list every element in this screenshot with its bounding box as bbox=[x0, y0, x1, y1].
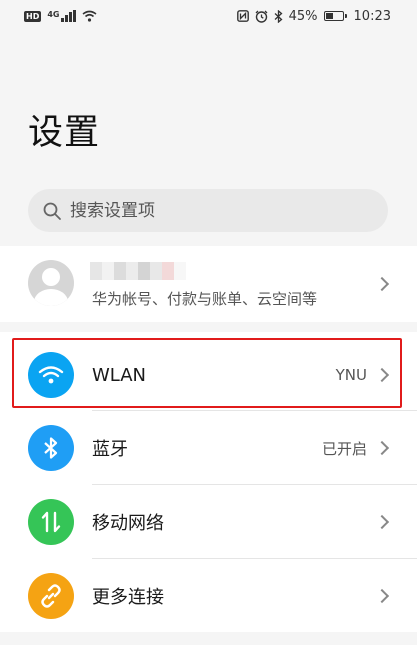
search-icon bbox=[43, 202, 61, 220]
clock: 10:23 bbox=[353, 8, 391, 24]
search-bar[interactable] bbox=[28, 189, 388, 232]
account-name-blurred bbox=[90, 262, 186, 280]
settings-item-more-connections[interactable]: 更多连接 bbox=[0, 559, 417, 633]
settings-item-value: 已开启 bbox=[321, 439, 367, 458]
nfc-icon bbox=[236, 10, 249, 22]
settings-item-label: 移动网络 bbox=[92, 513, 164, 534]
status-bar-right: 45% 10:23 bbox=[236, 8, 391, 24]
chevron-right-icon bbox=[374, 276, 390, 292]
bluetooth-icon bbox=[28, 425, 74, 471]
status-bar-left: HD 4G bbox=[24, 10, 97, 22]
search-input[interactable] bbox=[70, 200, 370, 221]
account-card[interactable]: 华为帐号、付款与账单、云空间等 bbox=[0, 246, 417, 322]
chevron-right-icon bbox=[374, 514, 390, 530]
chevron-right-icon bbox=[374, 588, 390, 604]
settings-item-wlan[interactable]: WLAN YNU bbox=[0, 338, 417, 412]
bluetooth-status-icon bbox=[274, 9, 283, 23]
settings-item-bluetooth[interactable]: 蓝牙 已开启 bbox=[0, 411, 417, 485]
status-bar: HD 4G 45% 10:23 bbox=[0, 0, 417, 32]
settings-item-mobile-network[interactable]: 移动网络 bbox=[0, 485, 417, 559]
battery-icon bbox=[323, 11, 347, 21]
network-type-label: 4G bbox=[47, 10, 60, 19]
chevron-right-icon bbox=[374, 440, 390, 456]
wifi-icon bbox=[28, 352, 74, 398]
settings-item-label: 蓝牙 bbox=[92, 439, 128, 460]
alarm-icon bbox=[255, 10, 268, 23]
settings-group-connections: WLAN YNU 蓝牙 已开启 移动网络 更多连接 bbox=[0, 332, 417, 632]
signal-strength-icon bbox=[61, 10, 77, 22]
page-title: 设置 bbox=[28, 113, 101, 153]
wifi-status-icon bbox=[82, 10, 97, 22]
battery-level-fill bbox=[325, 13, 333, 19]
avatar bbox=[28, 260, 74, 306]
settings-item-value: YNU bbox=[335, 366, 367, 384]
settings-item-label: 更多连接 bbox=[92, 587, 164, 608]
hd-badge: HD bbox=[24, 10, 42, 22]
battery-percent: 45% bbox=[288, 8, 318, 24]
account-subtitle: 华为帐号、付款与账单、云空间等 bbox=[92, 290, 318, 308]
link-icon bbox=[28, 573, 74, 619]
chevron-right-icon bbox=[374, 367, 390, 383]
settings-item-label: WLAN bbox=[92, 364, 147, 386]
mobile-data-icon bbox=[28, 499, 74, 545]
